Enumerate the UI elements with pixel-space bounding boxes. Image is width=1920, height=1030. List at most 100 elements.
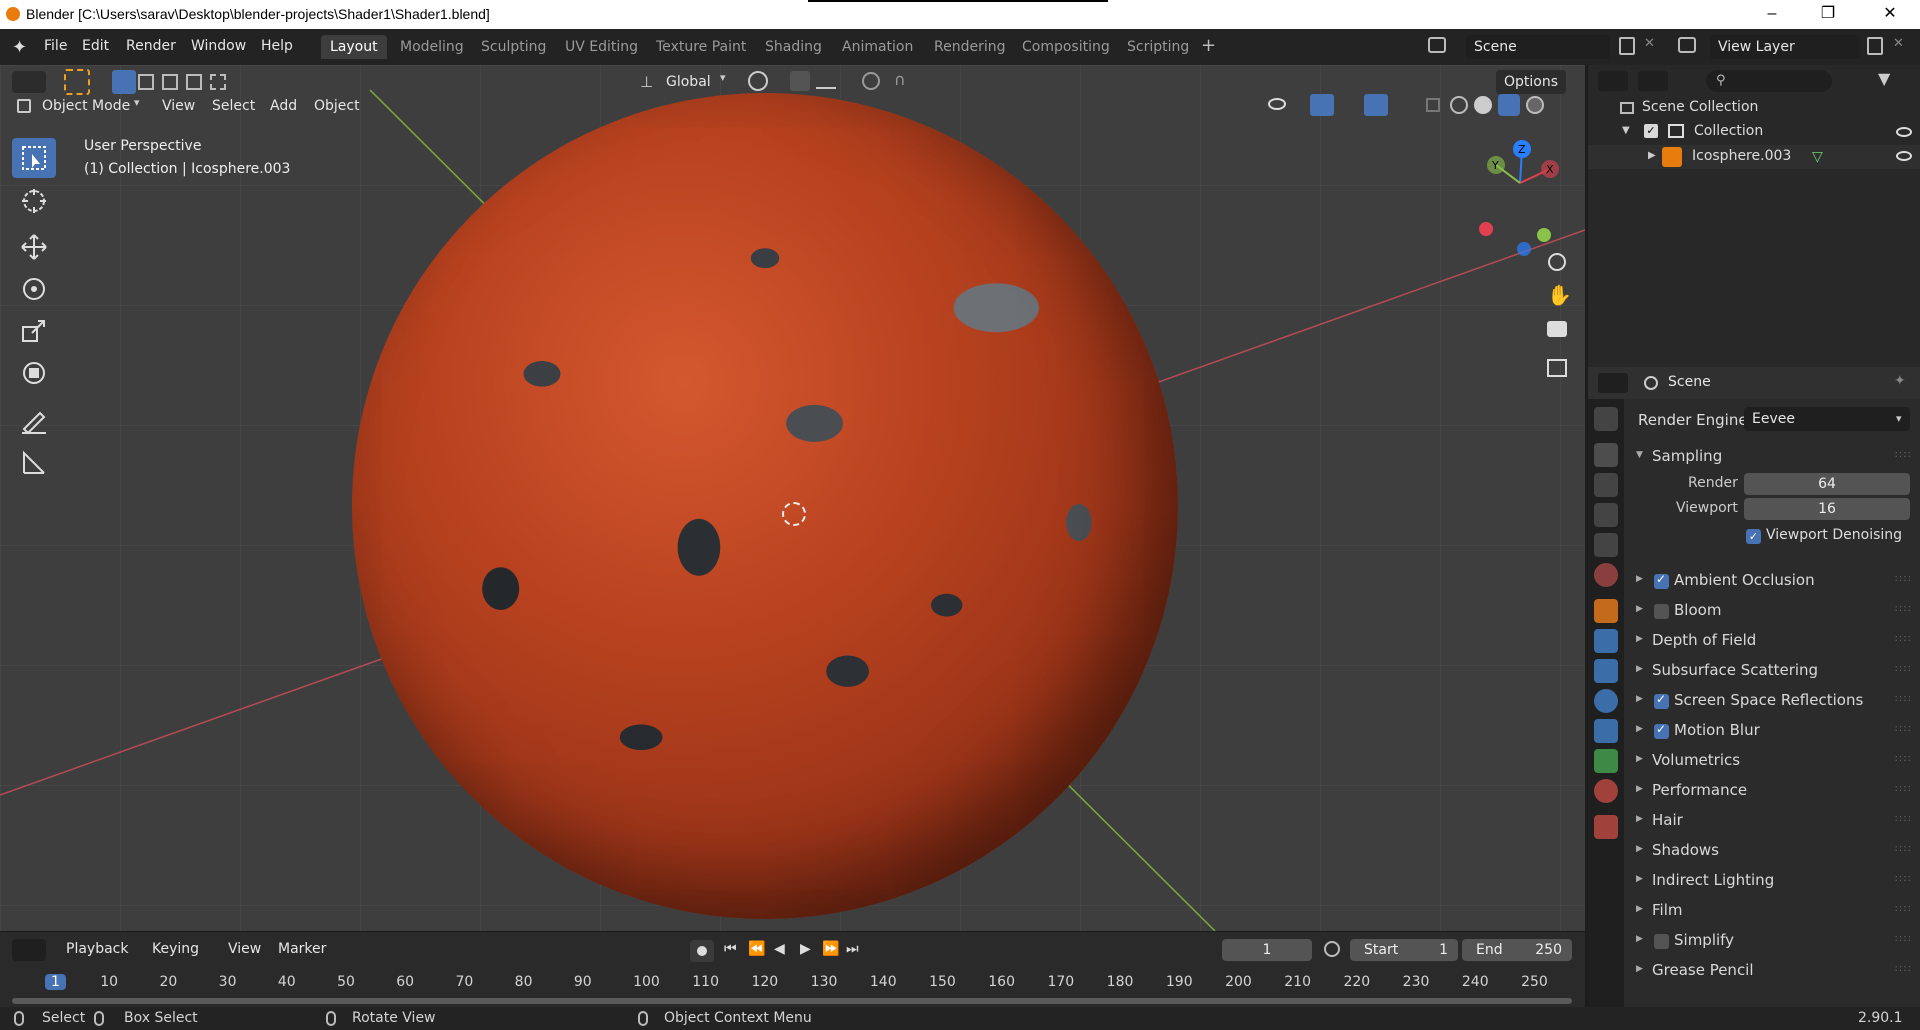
current-frame-field[interactable]: 1	[1222, 939, 1312, 961]
sampling-viewport-field[interactable]: 16	[1744, 498, 1910, 520]
collection-checkbox[interactable]: ✓	[1644, 124, 1658, 138]
panel-enable-checkbox[interactable]	[1654, 572, 1669, 589]
collection-visibility-eye-icon[interactable]	[1896, 127, 1912, 137]
tab-world-icon[interactable]	[1594, 563, 1618, 587]
tab-object-icon[interactable]	[1594, 599, 1618, 623]
panel-enable-checkbox[interactable]	[1654, 604, 1669, 619]
panel-enable-checkbox[interactable]	[1654, 934, 1669, 949]
tab-shading[interactable]: Shading	[756, 35, 831, 59]
play-icon[interactable]: ▶	[800, 941, 811, 957]
panel-hair[interactable]: ▶ Hair::::	[1628, 807, 1916, 835]
options-dropdown[interactable]: Options	[1496, 70, 1567, 94]
tab-constraints-icon[interactable]	[1594, 719, 1618, 743]
tab-compositing[interactable]: Compositing	[1013, 35, 1119, 59]
timeline-menu-keying[interactable]: Keying	[152, 941, 199, 957]
tab-modeling[interactable]: Modeling	[391, 35, 473, 59]
menu-render[interactable]: Render	[126, 38, 176, 54]
navigation-gizmo[interactable]: Z X Y	[1466, 139, 1585, 259]
proportional-edit-icon[interactable]	[862, 72, 880, 90]
view-layer-field[interactable]: View Layer	[1710, 35, 1860, 59]
play-reverse-icon[interactable]: ◀	[774, 941, 785, 957]
menu-edit[interactable]: Edit	[82, 38, 109, 54]
panel-screen-space-reflections[interactable]: ▶ Screen Space Reflections::::	[1628, 687, 1916, 715]
timeline-menu-playback[interactable]: Playback	[66, 941, 128, 957]
shading-solid-icon[interactable]	[1474, 96, 1492, 114]
tab-render-icon[interactable]	[1594, 443, 1618, 467]
transform-orientation-dropdown[interactable]: Global	[666, 70, 711, 94]
drag-grip-icon[interactable]: ::::	[1895, 753, 1912, 764]
pan-hand-icon[interactable]: ✋	[1547, 283, 1572, 307]
drag-grip-icon[interactable]: ::::	[1895, 663, 1912, 674]
start-frame-field[interactable]: Start 1	[1350, 939, 1458, 961]
select-mode-extend-icon[interactable]	[138, 74, 154, 90]
menu-help[interactable]: Help	[261, 38, 293, 54]
tab-modifier-icon[interactable]	[1594, 629, 1618, 653]
blender-menu-icon[interactable]: ✦	[12, 37, 27, 58]
end-frame-field[interactable]: End 250	[1462, 939, 1572, 961]
timeline-menu-view[interactable]: View	[228, 941, 261, 957]
panel-grease-pencil[interactable]: ▶ Grease Pencil::::	[1628, 957, 1916, 985]
filter-icon[interactable]: ▼	[1878, 69, 1890, 88]
perspective-toggle-icon[interactable]	[1547, 359, 1567, 377]
panel-film[interactable]: ▶ Film::::	[1628, 897, 1916, 925]
viewport-menu-object[interactable]: Object	[314, 94, 360, 118]
close-window-button[interactable]: ✕	[1862, 0, 1918, 29]
tab-scripting[interactable]: Scripting	[1118, 35, 1198, 59]
transform-orientation-icon[interactable]: ⊥	[640, 73, 653, 91]
display-mode-icon[interactable]	[1638, 71, 1668, 91]
drag-grip-icon[interactable]: ::::	[1895, 963, 1912, 974]
timeline-scrollbar[interactable]	[12, 998, 1572, 1004]
viewport-menu-add[interactable]: Add	[270, 94, 297, 118]
tab-scene-icon[interactable]	[1594, 533, 1618, 557]
drag-grip-icon[interactable]: ::::	[1895, 783, 1912, 794]
collection-label[interactable]: Collection	[1694, 123, 1763, 139]
panel-subsurface-scattering[interactable]: ▶ Subsurface Scattering::::	[1628, 657, 1916, 685]
view-layer-selector-icon[interactable]	[1678, 37, 1696, 53]
render-engine-dropdown[interactable]: Eevee	[1744, 407, 1910, 431]
new-scene-icon[interactable]	[1619, 37, 1635, 55]
drag-grip-icon[interactable]: ::::	[1895, 693, 1912, 704]
select-mode-new-icon[interactable]	[112, 70, 136, 94]
select-mode-intersect-icon[interactable]	[210, 74, 226, 90]
snap-target-icon[interactable]	[816, 73, 836, 89]
panel-enable-checkbox[interactable]	[1654, 692, 1669, 709]
tab-rendering[interactable]: Rendering	[925, 35, 1015, 59]
tool-select-box[interactable]	[12, 138, 56, 178]
sampling-panel-header[interactable]: ▼ Sampling ::::	[1628, 443, 1916, 471]
drag-grip-icon[interactable]: ::::	[1895, 573, 1912, 584]
tab-layout[interactable]: Layout	[321, 35, 387, 59]
editor-type-icon[interactable]	[12, 71, 46, 93]
preview-range-icon[interactable]	[1324, 941, 1340, 957]
panel-depth-of-field[interactable]: ▶ Depth of Field::::	[1628, 627, 1916, 655]
tab-texture-icon[interactable]	[1594, 815, 1618, 839]
object-visibility-eye-icon[interactable]	[1896, 151, 1912, 161]
sampling-render-field[interactable]: 64	[1744, 473, 1910, 495]
tool-move[interactable]	[12, 227, 56, 267]
tab-data-icon[interactable]	[1594, 749, 1618, 773]
shading-material-icon[interactable]	[1498, 94, 1520, 116]
panel-indirect-lighting[interactable]: ▶ Indirect Lighting::::	[1628, 867, 1916, 895]
jump-start-icon[interactable]: ⏮	[724, 941, 737, 957]
gizmo-toggle-icon[interactable]	[1310, 94, 1334, 116]
drag-grip-icon[interactable]: ::::	[1895, 873, 1912, 884]
panel-ambient-occlusion[interactable]: ▶ Ambient Occlusion::::	[1628, 567, 1916, 595]
new-view-layer-icon[interactable]	[1867, 37, 1883, 55]
drag-grip-icon[interactable]: ::::	[1895, 723, 1912, 734]
drag-grip-icon[interactable]: ::::	[1895, 633, 1912, 644]
tab-animation[interactable]: Animation	[833, 35, 922, 59]
tab-output-icon[interactable]	[1594, 473, 1618, 497]
object-label[interactable]: Icosphere.003	[1692, 148, 1791, 164]
camera-view-icon[interactable]	[1547, 321, 1567, 337]
drag-grip-icon[interactable]: ::::	[1895, 903, 1912, 914]
maximize-button[interactable]: ❐	[1800, 0, 1856, 29]
viewport-menu-view[interactable]: View	[162, 94, 195, 118]
jump-prev-keyframe-icon[interactable]: ⏪	[748, 941, 765, 957]
pivot-point-icon[interactable]	[748, 71, 768, 91]
expand-arrow-icon[interactable]: ▼	[1622, 125, 1630, 136]
shading-rendered-icon[interactable]	[1526, 96, 1544, 114]
minimize-button[interactable]: –	[1744, 0, 1800, 29]
drag-grip-icon[interactable]: ::::	[1895, 449, 1912, 460]
tab-tool-icon[interactable]	[1594, 407, 1618, 431]
tab-sculpting[interactable]: Sculpting	[472, 35, 555, 59]
drag-grip-icon[interactable]: ::::	[1895, 603, 1912, 614]
